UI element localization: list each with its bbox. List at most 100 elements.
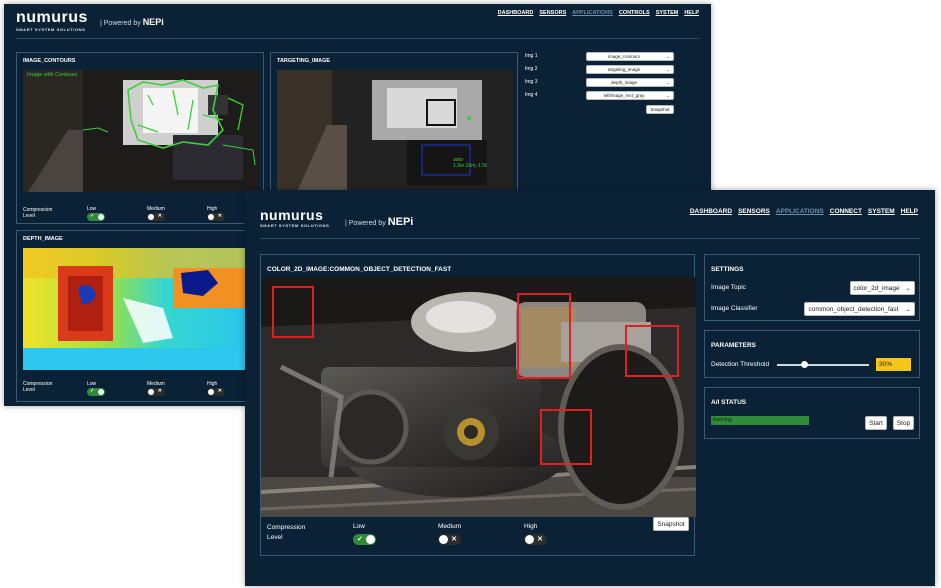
powered-by-text: | Powered by	[345, 220, 386, 227]
image-topic-value: color_2d_image	[853, 285, 900, 292]
nav-sensors[interactable]: SENSORS	[738, 208, 770, 215]
nav-connect[interactable]: CONNECT	[830, 208, 862, 215]
settings-title: SETTINGS	[711, 266, 744, 273]
compression-label: Compression Level	[23, 381, 52, 393]
low-label: Low	[353, 523, 365, 530]
high-toggle[interactable]: ✕	[524, 534, 547, 545]
panel-title: IMAGE_CONTOURS	[23, 58, 76, 64]
ai-status-title: A/I STATUS	[711, 399, 747, 406]
nav-controls[interactable]: CONTROLS	[619, 10, 650, 16]
img-selector-dropdown[interactable]: left/image_rect_gray ⌄	[586, 91, 674, 100]
chevron-down-icon: ⌄	[905, 306, 911, 313]
img-selector-value: targeting_image	[607, 67, 641, 72]
compression-label-2: Level	[23, 387, 35, 393]
image-classifier-value: common_object_detection_fast	[808, 306, 899, 313]
numurus-logo: numurus SMART SYSTEM SOLUTIONS	[16, 9, 88, 32]
img-selector-label: Img 2	[525, 66, 538, 72]
depth-image	[23, 248, 259, 370]
img-selector-value: depth_image	[610, 80, 638, 85]
nepi-brand: NEPi	[387, 216, 414, 228]
high-label: High	[207, 206, 218, 212]
header-divider	[16, 38, 699, 39]
nav-system[interactable]: SYSTEM	[656, 10, 679, 16]
medium-label: Medium	[147, 206, 165, 212]
threshold-slider-thumb[interactable]	[801, 361, 809, 368]
detection-image-panel: COLOR_2D_IMAGE:COMMON_OBJECT_DETECTION_F…	[260, 254, 696, 556]
compression-label-1: Compression	[267, 524, 306, 531]
stop-button[interactable]: Stop	[893, 416, 914, 430]
powered-by: | Powered by NEPi	[100, 17, 164, 27]
settings-panel: SETTINGS Image Topic color_2d_image ⌄ Im…	[704, 254, 920, 321]
image-classifier-select[interactable]: common_object_detection_fast ⌄	[804, 302, 915, 316]
low-label: Low	[87, 381, 97, 387]
panel-title: COLOR_2D_IMAGE:COMMON_OBJECT_DETECTION_F…	[267, 266, 452, 273]
img-selector-label: Img 1	[525, 53, 538, 59]
detection-image	[261, 277, 696, 517]
chevron-down-icon: ⌄	[905, 285, 911, 292]
logo-subtitle: SMART SYSTEM SOLUTIONS	[260, 223, 330, 228]
compression-label-2: Level	[23, 213, 35, 219]
medium-label: Medium	[147, 381, 165, 387]
nav-dashboard[interactable]: DASHBOARD	[690, 208, 732, 215]
image-topic-select[interactable]: color_2d_image ⌄	[850, 281, 915, 295]
compression-label: Compression Level	[267, 523, 305, 543]
compression-label: Compression Level	[23, 207, 52, 219]
chevron-down-icon: ⌄	[666, 93, 670, 98]
chevron-down-icon: ⌄	[666, 80, 670, 85]
panel-title: TARGETING_IMAGE	[277, 58, 331, 64]
status-running-badge: Running	[711, 416, 809, 425]
image-contours-panel: IMAGE_CONTOURS Image with Contours Compr…	[16, 52, 264, 224]
powered-by: | Powered by NEPi	[345, 216, 413, 228]
logo-subtitle: SMART SYSTEM SOLUTIONS	[16, 27, 86, 32]
threshold-label: Detection Threshold	[711, 361, 770, 368]
nav-applications[interactable]: APPLICATIONS	[776, 208, 824, 215]
logo-text: numurus	[16, 9, 88, 26]
threshold-slider-track[interactable]	[777, 364, 869, 366]
img-selector-label: Img 4	[525, 92, 538, 98]
nav-help[interactable]: HELP	[684, 10, 699, 16]
compression-label-2: Level	[267, 534, 283, 541]
parameters-title: PARAMETERS	[711, 342, 757, 349]
depth-image-panel: DEPTH_IMAGE Compression Level Low ✓ Medi…	[16, 230, 264, 402]
high-toggle[interactable]: ✕	[207, 213, 225, 221]
img-selector-value: left/image_rect_gray	[603, 93, 645, 98]
threshold-value-input[interactable]: 30%	[876, 358, 911, 371]
logo-text: numurus	[260, 207, 324, 223]
high-toggle[interactable]: ✕	[207, 388, 225, 396]
powered-by-text: | Powered by	[100, 20, 141, 27]
nav-sensors[interactable]: SENSORS	[539, 10, 566, 16]
nav-dashboard[interactable]: DASHBOARD	[498, 10, 534, 16]
img-selector-dropdown[interactable]: depth_image ⌄	[586, 78, 674, 87]
snapshot-button[interactable]: Snapshot	[653, 517, 689, 531]
snapshot-button[interactable]: Snapshot	[646, 105, 674, 114]
img-selector-dropdown[interactable]: image_contours ⌄	[586, 52, 674, 61]
start-button[interactable]: Start	[865, 416, 887, 430]
chevron-down-icon: ⌄	[666, 54, 670, 59]
nav-applications[interactable]: APPLICATIONS	[572, 10, 613, 16]
medium-toggle[interactable]: ✕	[147, 213, 165, 221]
high-label: High	[207, 381, 218, 387]
panel-title: DEPTH_IMAGE	[23, 236, 63, 242]
target-overlay-line2: 1.3m.16m,-17d	[453, 163, 487, 169]
image-classifier-label: Image Classifier	[711, 305, 758, 312]
low-toggle[interactable]: ✓	[87, 213, 105, 221]
parameters-panel: PARAMETERS Detection Threshold 30%	[704, 330, 920, 378]
medium-toggle[interactable]: ✕	[147, 388, 165, 396]
img-selector-dropdown[interactable]: targeting_image ⌄	[586, 65, 674, 74]
main-nav: DASHBOARD SENSORS APPLICATIONS CONNECT SYSTE…	[690, 208, 918, 215]
ai-status-panel: A/I STATUS Running Start Stop	[704, 387, 920, 439]
medium-toggle[interactable]: ✕	[438, 534, 461, 545]
low-toggle[interactable]: ✓	[353, 534, 376, 545]
front-app-window: numurus SMART SYSTEM SOLUTIONS | Powered…	[245, 190, 935, 586]
numurus-logo: numurus SMART SYSTEM SOLUTIONS	[260, 207, 329, 228]
chevron-down-icon: ⌄	[666, 67, 670, 72]
low-toggle[interactable]: ✓	[87, 388, 105, 396]
img-selector-label: Img 3	[525, 79, 538, 85]
overlay-text: Image with Contours	[27, 72, 78, 78]
nepi-brand: NEPi	[142, 17, 164, 27]
targeting-image: auto 1.3m.16m,-17d	[277, 70, 513, 192]
nav-system[interactable]: SYSTEM	[868, 208, 895, 215]
contours-image: Image with Contours	[23, 70, 259, 192]
nav-help[interactable]: HELP	[901, 208, 918, 215]
image-topic-label: Image Topic	[711, 284, 746, 291]
